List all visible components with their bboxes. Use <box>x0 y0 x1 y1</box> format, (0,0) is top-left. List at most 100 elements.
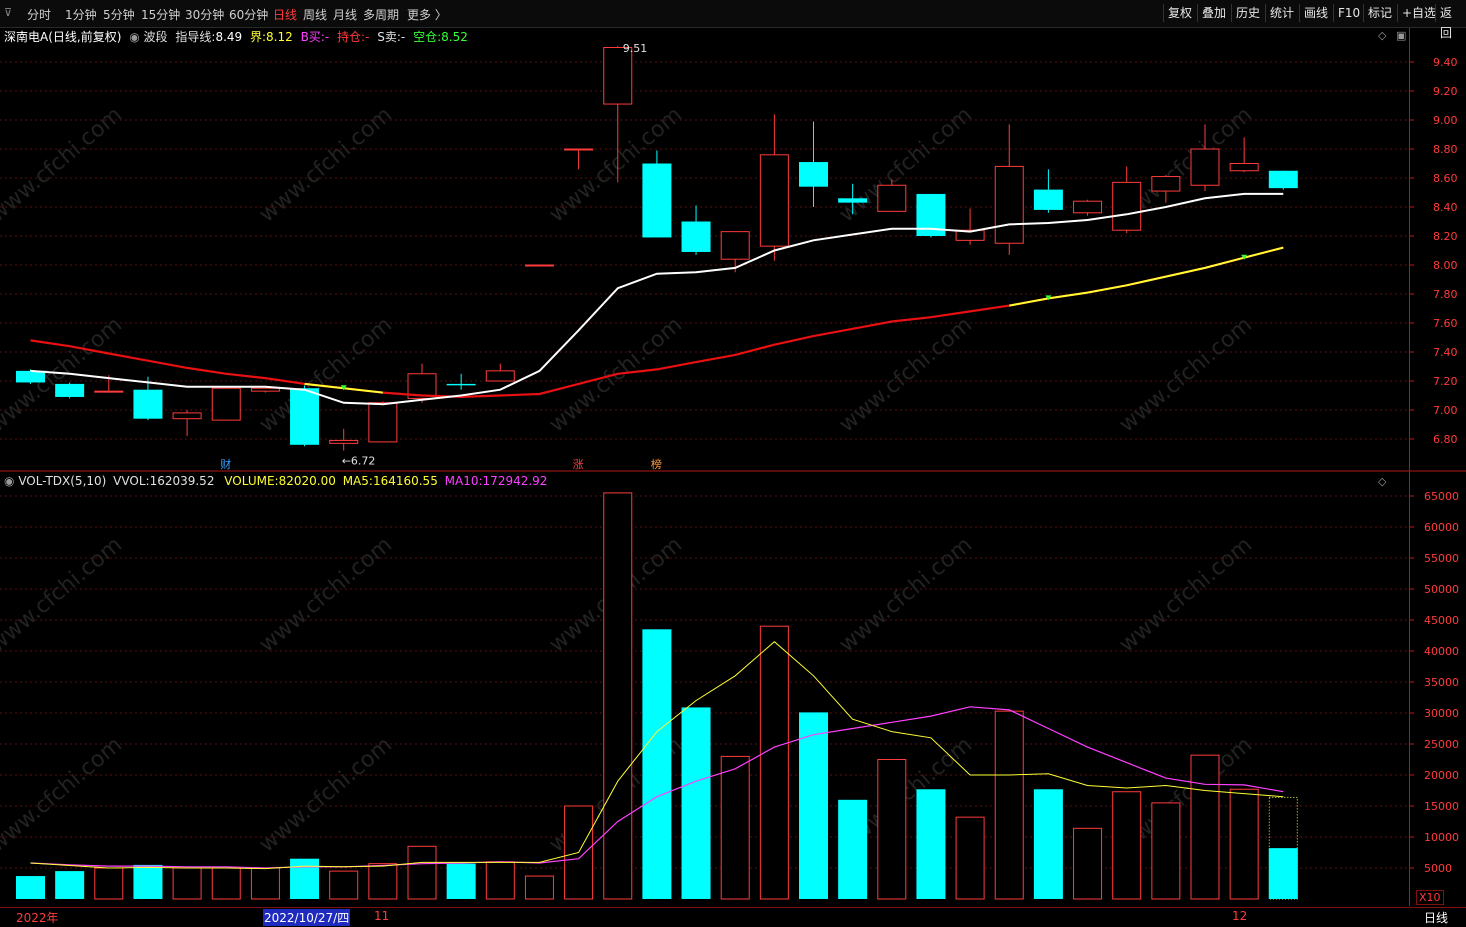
diamond-icon[interactable]: ◇ <box>1378 29 1386 42</box>
period-tab-9[interactable]: 多周期 <box>363 6 399 23</box>
collapse-icon[interactable]: ⊽ <box>4 6 12 19</box>
period-tab-6[interactable]: 日线 <box>273 6 297 23</box>
candle-9 <box>368 401 398 443</box>
volume-bar-23 <box>916 789 946 899</box>
watermark-text: www.cfchi.com <box>1115 312 1257 437</box>
price-panel-header: 深南电A(日线,前复权) ◉ 波段 指导线:8.49 界:8.12 B买:- 持… <box>4 28 468 45</box>
candle-body <box>838 198 868 203</box>
candle-12 <box>485 363 515 382</box>
diamond-icon-2[interactable]: ◇ <box>1378 475 1386 488</box>
candle-11 <box>446 373 476 390</box>
toolbar-button-5[interactable]: F10 <box>1334 3 1364 23</box>
jie-label: 界: <box>249 30 267 44</box>
period-tab-1[interactable]: 1分钟 <box>65 6 97 23</box>
candle-5 <box>211 386 241 421</box>
volume-bar-6 <box>250 867 280 900</box>
toolbar-button-0[interactable]: 复权 <box>1164 3 1196 23</box>
candle-body <box>564 148 594 151</box>
price-tick-label-8: 8.40 <box>1433 201 1458 214</box>
event-marker-0: 财 <box>220 457 231 471</box>
toolbar-button-2[interactable]: 历史 <box>1232 3 1264 23</box>
volume-bar-32 <box>1268 848 1298 899</box>
toolbar-button-7[interactable]: +自选 <box>1398 3 1440 23</box>
candle-20 <box>799 121 828 207</box>
period-tab-4[interactable]: 30分钟 <box>185 6 224 23</box>
indicator-toggle-icon[interactable]: ◉ <box>129 30 139 44</box>
volume-bar-28 <box>1112 791 1142 900</box>
volume-bar-29 <box>1151 802 1181 900</box>
period-tab-2[interactable]: 5分钟 <box>103 6 135 23</box>
candle-26 <box>1033 169 1063 213</box>
volume-bar-8 <box>329 870 359 900</box>
candle-19 <box>759 114 789 261</box>
toolbar-button-6[interactable]: 标记 <box>1364 3 1396 23</box>
volume-toggle-icon[interactable]: ◉ <box>4 474 14 488</box>
ma5-value: 164160.55 <box>372 474 438 488</box>
price-layer: 9.51 ←6.72 财 涨 榜 <box>16 42 1298 471</box>
price-tick-label-12: 9.20 <box>1433 85 1458 98</box>
period-tab-8[interactable]: 月线 <box>333 6 357 23</box>
volume-value: 82020.00 <box>278 474 336 488</box>
volume-tick-label-10: 55000 <box>1424 552 1459 565</box>
toolbar-button-3[interactable]: 统计 <box>1266 3 1298 23</box>
candle-7 <box>290 385 320 447</box>
volume-bar-15 <box>603 492 633 900</box>
toolbar-button-4[interactable]: 画线 <box>1300 3 1332 23</box>
period-tab-3[interactable]: 15分钟 <box>141 6 180 23</box>
hold-label: 持仓: <box>337 30 366 44</box>
period-tab-5[interactable]: 60分钟 <box>229 6 268 23</box>
candle-body <box>1151 176 1181 192</box>
candle-32 <box>1268 170 1298 190</box>
volume-tick-label-1: 10000 <box>1424 831 1459 844</box>
stock-name: 深南电A <box>4 30 49 44</box>
volume-multiplier: X10 <box>1416 890 1444 905</box>
price-tick-label-3: 7.40 <box>1433 346 1458 359</box>
guide-value: 8.49 <box>215 30 243 44</box>
candle-25 <box>994 124 1024 255</box>
toolbar-separator <box>1197 4 1198 22</box>
candle-body <box>94 390 124 393</box>
month-12-label: 12 <box>1232 909 1248 923</box>
volume-bar-4 <box>172 867 202 900</box>
candle-24 <box>955 208 985 245</box>
watermark-text: www.cfchi.com <box>0 102 127 227</box>
toolbar-separator <box>1299 4 1300 22</box>
month-11-label: 11 <box>374 909 390 923</box>
candle-28 <box>1112 166 1142 234</box>
volume-bar-30 <box>1190 754 1220 900</box>
candle-body <box>211 387 241 421</box>
stock-chart[interactable]: www.cfchi.com www.cfchi.com www.cfchi.com w… <box>0 0 1466 926</box>
watermark-text: www.cfchi.com <box>835 532 977 657</box>
toolbar-separator <box>1397 4 1398 22</box>
toolbar-separator <box>1231 4 1232 22</box>
watermark-text: www.cfchi.com <box>0 732 127 857</box>
toolbar-button-8[interactable]: 返回 <box>1436 3 1466 40</box>
period-tab-10[interactable]: 更多 〉 <box>407 6 447 23</box>
volume-bar-16 <box>642 629 672 899</box>
period-label: 日线 <box>1424 911 1449 925</box>
volume-bar-2 <box>94 867 124 900</box>
period-tab-7[interactable]: 周线 <box>303 6 327 23</box>
indicator-name: 波段 <box>143 30 168 44</box>
empty-value: 8.52 <box>441 30 468 44</box>
toolbar-separator <box>1333 4 1334 22</box>
volume-tick-label-12: 65000 <box>1424 490 1459 503</box>
volume-tick-label-8: 45000 <box>1424 614 1459 627</box>
candle-8 <box>329 428 359 451</box>
volume-tick-label-7: 40000 <box>1424 645 1459 658</box>
window-icon[interactable]: ▣ <box>1396 29 1406 42</box>
volume-bar-0 <box>16 876 45 899</box>
candle-body <box>799 162 828 187</box>
volume-bar-10 <box>407 845 437 900</box>
watermark-text: www.cfchi.com <box>255 732 397 857</box>
period-tab-0[interactable]: 分时 <box>27 6 51 23</box>
volume-tick-label-0: 5000 <box>1424 862 1452 875</box>
candle-1 <box>55 382 85 399</box>
price-tick-label-1: 7.00 <box>1433 404 1458 417</box>
price-tick-label-10: 8.80 <box>1433 143 1458 156</box>
toolbar-button-1[interactable]: 叠加 <box>1198 3 1230 23</box>
volume-bar-12 <box>485 861 515 900</box>
volume-tick-label-5: 30000 <box>1424 707 1459 720</box>
candle-body <box>642 163 672 238</box>
volume-tick-label-6: 35000 <box>1424 676 1459 689</box>
